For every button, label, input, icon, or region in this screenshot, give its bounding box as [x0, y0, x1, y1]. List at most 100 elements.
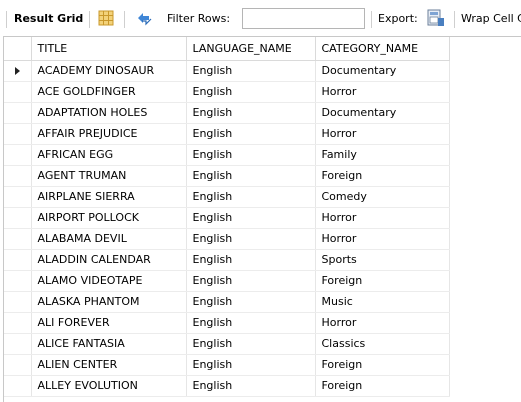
cell-language-name[interactable]: English — [186, 291, 316, 313]
grid-view-icon[interactable] — [98, 10, 114, 26]
cell-language-name[interactable]: English — [186, 165, 316, 187]
cell-title[interactable]: ALASKA PHANTOM — [31, 291, 187, 313]
row-marker[interactable] — [4, 291, 32, 313]
table-row[interactable]: ALASKA PHANTOM English Music — [4, 291, 450, 313]
cell-category-name[interactable]: Horror — [315, 228, 450, 250]
table-row[interactable]: ALAMO VIDEOTAPE English Foreign — [4, 270, 450, 292]
cell-category-name[interactable]: Music — [315, 291, 450, 313]
cell-title[interactable]: AIRPLANE SIERRA — [31, 186, 187, 208]
table-row[interactable]: ALLEY EVOLUTION English Foreign — [4, 375, 450, 397]
table-row[interactable]: ALI FOREVER English Horror — [4, 312, 450, 334]
cell-language-name[interactable]: English — [186, 81, 316, 103]
row-marker[interactable] — [4, 312, 32, 334]
result-grid-panel: Result Grid Filter Rows: Export: Wrap Ce… — [0, 0, 521, 402]
cell-category-name[interactable]: Sports — [315, 249, 450, 271]
cell-language-name[interactable]: English — [186, 60, 316, 82]
cell-category-name[interactable]: Documentary — [315, 102, 450, 124]
table-row[interactable]: ALIEN CENTER English Foreign — [4, 354, 450, 376]
result-grid-tab-label[interactable]: Result Grid — [14, 12, 83, 26]
toolbar-separator — [89, 11, 90, 28]
toolbar-separator — [124, 11, 125, 28]
table-row[interactable]: ACADEMY DINOSAUR English Documentary — [4, 60, 450, 82]
cell-category-name[interactable]: Family — [315, 144, 450, 166]
cell-language-name[interactable]: English — [186, 312, 316, 334]
cell-title[interactable]: AFRICAN EGG — [31, 144, 187, 166]
cell-language-name[interactable]: English — [186, 333, 316, 355]
table-row[interactable]: ALADDIN CALENDAR English Sports — [4, 249, 450, 271]
table-row[interactable]: AGENT TRUMAN English Foreign — [4, 165, 450, 187]
cell-category-name[interactable]: Comedy — [315, 186, 450, 208]
table-body: ACADEMY DINOSAUR English Documentary ACE GO… — [4, 60, 450, 397]
export-label: Export: — [378, 12, 418, 25]
row-marker[interactable] — [4, 123, 32, 145]
cell-title[interactable]: ALI FOREVER — [31, 312, 187, 334]
cell-category-name[interactable]: Foreign — [315, 270, 450, 292]
cell-category-name[interactable]: Horror — [315, 81, 450, 103]
cell-title[interactable]: ALADDIN CALENDAR — [31, 249, 187, 271]
filter-rows-input[interactable] — [242, 8, 365, 29]
cell-category-name[interactable]: Foreign — [315, 165, 450, 187]
cell-language-name[interactable]: English — [186, 102, 316, 124]
row-marker-header — [4, 37, 32, 61]
refresh-arrows-icon[interactable] — [136, 11, 153, 26]
result-table-container[interactable]: TITLE LANGUAGE_NAME CATEGORY_NAME ACADEM… — [3, 36, 521, 402]
row-marker[interactable] — [4, 81, 32, 103]
cell-title[interactable]: AIRPORT POLLOCK — [31, 207, 187, 229]
cell-category-name[interactable]: Horror — [315, 312, 450, 334]
cell-title[interactable]: ACADEMY DINOSAUR — [31, 60, 187, 82]
cell-title[interactable]: ACE GOLDFINGER — [31, 81, 187, 103]
table-row[interactable]: AFFAIR PREJUDICE English Horror — [4, 123, 450, 145]
table-row[interactable]: ACE GOLDFINGER English Horror — [4, 81, 450, 103]
row-marker[interactable] — [4, 333, 32, 355]
cell-title[interactable]: ADAPTATION HOLES — [31, 102, 187, 124]
cell-category-name[interactable]: Foreign — [315, 375, 450, 397]
cell-title[interactable]: ALIEN CENTER — [31, 354, 187, 376]
cell-title[interactable]: AGENT TRUMAN — [31, 165, 187, 187]
table-row[interactable]: ALICE FANTASIA English Classics — [4, 333, 450, 355]
column-header-title[interactable]: TITLE — [31, 37, 187, 61]
row-marker[interactable] — [4, 228, 32, 250]
row-marker[interactable] — [4, 354, 32, 376]
row-marker[interactable] — [4, 249, 32, 271]
cell-language-name[interactable]: English — [186, 186, 316, 208]
column-header-category-name[interactable]: CATEGORY_NAME — [315, 37, 450, 61]
cell-language-name[interactable]: English — [186, 207, 316, 229]
cell-category-name[interactable]: Documentary — [315, 60, 450, 82]
cell-category-name[interactable]: Horror — [315, 207, 450, 229]
table-row[interactable]: ADAPTATION HOLES English Documentary — [4, 102, 450, 124]
table-row[interactable]: ALABAMA DEVIL English Horror — [4, 228, 450, 250]
toolbar-separator — [6, 11, 7, 28]
cell-language-name[interactable]: English — [186, 144, 316, 166]
row-marker[interactable] — [4, 270, 32, 292]
row-marker[interactable] — [4, 375, 32, 397]
row-marker[interactable] — [4, 165, 32, 187]
wrap-cell-content-button[interactable]: Wrap Cell Content — [461, 12, 521, 26]
cell-category-name[interactable]: Classics — [315, 333, 450, 355]
export-file-icon[interactable] — [427, 9, 445, 27]
cell-title[interactable]: ALICE FANTASIA — [31, 333, 187, 355]
column-header-language-name[interactable]: LANGUAGE_NAME — [186, 37, 316, 61]
cell-language-name[interactable]: English — [186, 354, 316, 376]
cell-title[interactable]: ALAMO VIDEOTAPE — [31, 270, 187, 292]
cell-language-name[interactable]: English — [186, 375, 316, 397]
cell-language-name[interactable]: English — [186, 270, 316, 292]
cell-language-name[interactable]: English — [186, 123, 316, 145]
result-table: TITLE LANGUAGE_NAME CATEGORY_NAME ACADEM… — [4, 37, 450, 397]
cell-language-name[interactable]: English — [186, 228, 316, 250]
cell-title[interactable]: AFFAIR PREJUDICE — [31, 123, 187, 145]
cell-language-name[interactable]: English — [186, 249, 316, 271]
table-row[interactable]: AIRPORT POLLOCK English Horror — [4, 207, 450, 229]
cell-category-name[interactable]: Horror — [315, 123, 450, 145]
cell-category-name[interactable]: Foreign — [315, 354, 450, 376]
table-row[interactable]: AIRPLANE SIERRA English Comedy — [4, 186, 450, 208]
row-marker[interactable] — [4, 186, 32, 208]
row-marker[interactable] — [4, 60, 32, 82]
cell-title[interactable]: ALLEY EVOLUTION — [31, 375, 187, 397]
current-row-arrow-icon — [14, 67, 20, 75]
row-marker[interactable] — [4, 144, 32, 166]
row-marker[interactable] — [4, 102, 32, 124]
cell-title[interactable]: ALABAMA DEVIL — [31, 228, 187, 250]
row-marker[interactable] — [4, 207, 32, 229]
table-header-row: TITLE LANGUAGE_NAME CATEGORY_NAME — [4, 37, 450, 61]
table-row[interactable]: AFRICAN EGG English Family — [4, 144, 450, 166]
